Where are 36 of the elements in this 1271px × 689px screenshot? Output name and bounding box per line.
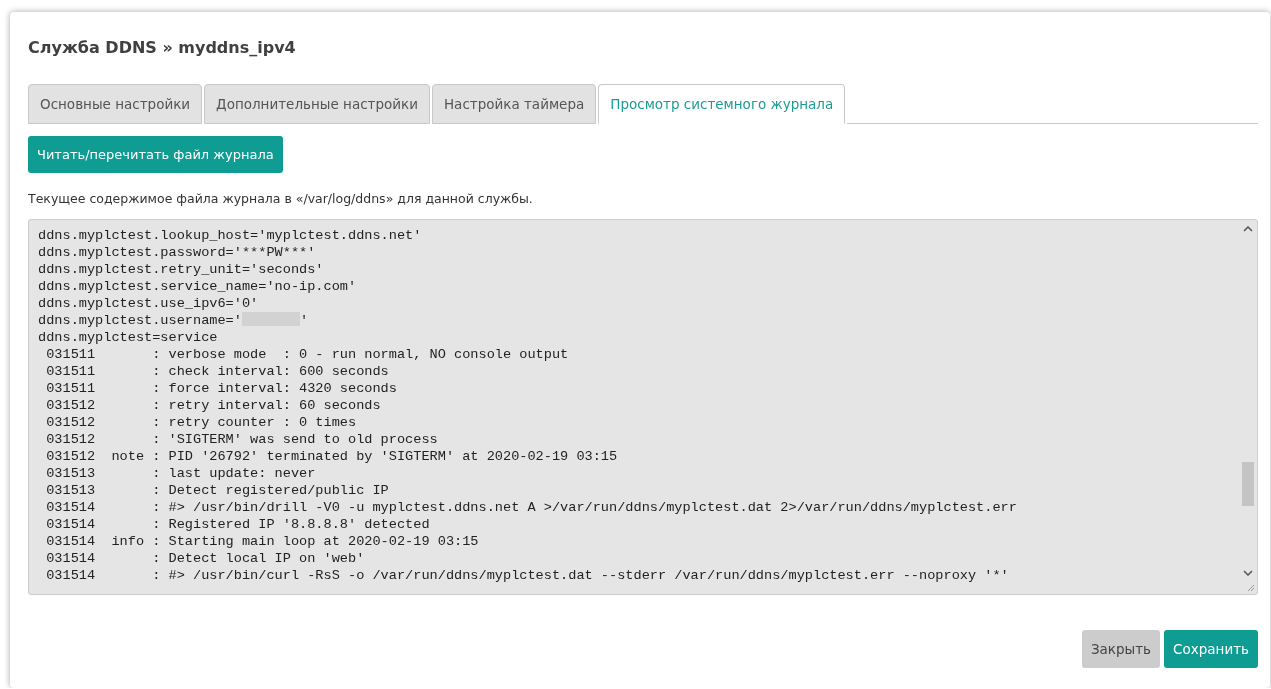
log-line: ddns.myplctest.use_ipv6='0' bbox=[38, 296, 259, 311]
tab[interactable]: Основные настройки bbox=[28, 84, 203, 124]
log-line: 031514 : #> /usr/bin/curl -RsS -o /var/run/ddns/myplctest.dat --stderr /var/run/ddns/myplctest.err --noproxy '*' bbox=[45, 568, 1009, 583]
log-line: ddns.myplctest.password='***PW***' bbox=[38, 245, 316, 260]
log-line: ddns.myplctest.retry_unit='seconds' bbox=[38, 262, 324, 277]
read-log-button[interactable]: Читать/перечитать файл журнала bbox=[28, 136, 283, 173]
log-line: 031512 : 'SIGTERM' was send to old process bbox=[45, 432, 438, 447]
log-line: 031514 : #> /usr/bin/drill -V0 -u myplctest.ddns.net A >/var/run/ddns/myplctest.dat 2>/var/run/ddns/myplctest.err bbox=[45, 500, 1017, 515]
log-line: 031514 : Detect local IP on 'web' bbox=[45, 551, 365, 566]
log-line: 031513 : last update: never bbox=[45, 466, 316, 481]
log-line: ddns.myplctest.username=' bbox=[38, 313, 242, 328]
save-button[interactable]: Сохранить bbox=[1164, 630, 1258, 668]
log-line: 031512 : retry counter : 0 times bbox=[45, 415, 357, 430]
close-button[interactable]: Закрыть bbox=[1081, 630, 1161, 668]
log-line: 031513 : Detect registered/public IP bbox=[45, 483, 389, 498]
log-line: 031511 : verbose mode : 0 - run normal, NO console output bbox=[45, 347, 569, 362]
log-line: ' bbox=[299, 313, 309, 328]
log-line: 031514 : Registered IP '8.8.8.8' detected bbox=[45, 517, 430, 532]
log-line: ddns.myplctest.lookup_host='myplctest.ddns.net' bbox=[38, 228, 422, 243]
resize-grip-icon[interactable] bbox=[1247, 584, 1255, 592]
log-line: 031512 : retry interval: 60 seconds bbox=[45, 398, 381, 413]
page-title: Служба DDNS » myddns_ipv4 bbox=[28, 38, 297, 58]
log-textarea[interactable] bbox=[28, 219, 1258, 595]
scroll-down-icon[interactable] bbox=[1243, 570, 1253, 576]
tab[interactable]: Настройка таймера bbox=[431, 84, 597, 124]
log-line: 031514 info : Starting main loop at 2020-02-19 03:15 bbox=[45, 534, 479, 549]
log-line: ddns.myplctest=service bbox=[38, 330, 218, 345]
tab[interactable]: Дополнительные настройки bbox=[204, 84, 430, 124]
description-text: Текущее содержимое файла журнала в «/var/log/ddns» для данной службы. bbox=[28, 191, 534, 206]
scroll-up-icon[interactable] bbox=[1243, 226, 1253, 232]
tab[interactable]: Просмотр системного журнала bbox=[598, 84, 846, 124]
log-line: 031512 note : PID '26792' terminated by 'SIGTERM' at 2020-02-19 03:15 bbox=[45, 449, 618, 464]
scroll-thumb[interactable] bbox=[1242, 462, 1254, 506]
log-line: 031511 : force interval: 4320 seconds bbox=[45, 381, 397, 396]
log-line: ddns.myplctest.service_name='no-ip.com' bbox=[38, 279, 357, 294]
log-line: 031511 : check interval: 600 seconds bbox=[45, 364, 389, 379]
